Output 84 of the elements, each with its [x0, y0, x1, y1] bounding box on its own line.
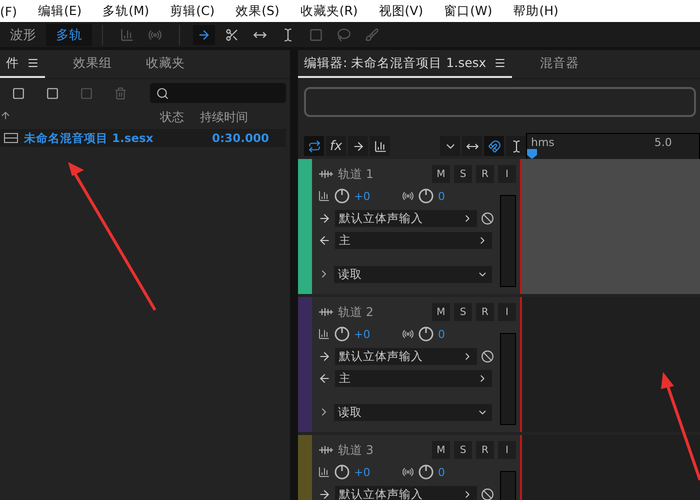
track-toggle-button[interactable]: M [432, 303, 450, 321]
track-name[interactable]: 轨道 3 [338, 442, 428, 458]
file-row[interactable]: 未命名混音项目 1.sesx 0:30.000 [0, 129, 286, 147]
view-tab[interactable]: 多轨 [46, 24, 92, 46]
send-icon[interactable] [348, 136, 368, 156]
volume-icon [318, 466, 330, 478]
input-dropdown[interactable]: 默认立体声输入 [335, 486, 477, 500]
view-tab[interactable]: 波形 [0, 24, 46, 46]
menu-item[interactable]: 剪辑(C) [170, 2, 226, 20]
knob-icon[interactable] [334, 464, 350, 480]
menu-item[interactable]: (F) [0, 4, 28, 18]
polarity-icon[interactable] [481, 350, 494, 362]
track-toggle-button[interactable]: R [476, 165, 494, 183]
menu-item[interactable]: 效果(S) [236, 2, 290, 20]
sort-icon[interactable] [0, 110, 11, 121]
menu-item[interactable]: 多轨(M) [102, 2, 160, 20]
volume-value[interactable]: +0 [354, 190, 382, 202]
column-header[interactable]: 持续时间 [200, 108, 280, 126]
track-toggle-button[interactable]: I [498, 303, 516, 321]
menu-icon[interactable] [27, 57, 39, 69]
input-dropdown[interactable]: 默认立体声输入 [335, 348, 477, 364]
menu-item[interactable]: 视图(V) [378, 2, 434, 20]
menu-item[interactable]: 窗口(W) [444, 2, 504, 20]
menu-icon[interactable] [494, 57, 506, 69]
track-name[interactable]: 轨道 2 [338, 304, 428, 320]
move-tool-icon[interactable] [193, 24, 215, 44]
pan-icon [402, 328, 414, 340]
track-toggle-button[interactable]: R [476, 441, 494, 459]
track-toggle-button[interactable]: S [454, 303, 472, 321]
pan-value[interactable]: 0 [438, 190, 466, 202]
eq-icon[interactable] [370, 136, 390, 156]
time-ruler[interactable]: hms 5.0 [526, 133, 700, 159]
panel-tab[interactable]: 效果组 [67, 50, 118, 78]
input-dropdown[interactable]: 默认立体声输入 [335, 210, 477, 226]
pan-icon [402, 466, 414, 478]
panel-tab[interactable]: 件 [0, 50, 45, 78]
output-dropdown[interactable]: 主 [335, 232, 492, 248]
pan-value[interactable]: 0 [438, 328, 466, 340]
volume-icon [318, 190, 330, 202]
track-toggle-button[interactable]: M [432, 165, 450, 183]
menu-item[interactable]: 帮助(H) [513, 2, 570, 20]
automation-dropdown[interactable]: 读取 [334, 404, 492, 420]
knob-icon[interactable] [334, 188, 350, 204]
multitrack-icon [4, 133, 18, 143]
pan-icon [402, 190, 414, 202]
loop-icon[interactable] [304, 136, 324, 156]
track-toggle-button[interactable]: I [498, 441, 516, 459]
panel-tab[interactable]: 收藏夹 [140, 50, 191, 78]
track-toggle-button[interactable]: S [454, 441, 472, 459]
input-arrow-icon [318, 350, 331, 362]
input-arrow-icon [318, 212, 331, 224]
knob-icon[interactable] [418, 326, 434, 342]
snap-magnet-icon[interactable] [484, 136, 504, 156]
pan-value[interactable]: 0 [438, 466, 466, 478]
volume-icon [318, 328, 330, 340]
ruler-label: 5.0 [654, 136, 672, 149]
track-toggle-button[interactable]: R [476, 303, 494, 321]
menu-item[interactable]: 编辑(E) [38, 2, 93, 20]
track-toggle-button[interactable]: S [454, 165, 472, 183]
knob-icon[interactable] [334, 326, 350, 342]
panel-tab[interactable]: 编辑器: 未命名混音项目 1.sesx [298, 50, 512, 78]
fx-button[interactable]: fx [326, 136, 346, 156]
ruler-unit: hms [531, 136, 554, 149]
search-icon [156, 86, 169, 100]
search-field[interactable] [150, 83, 286, 103]
column-header[interactable]: 状态 [160, 108, 200, 126]
volume-value[interactable]: +0 [354, 466, 382, 478]
input-arrow-icon [318, 488, 331, 500]
file-duration: 0:30.000 [212, 131, 270, 145]
polarity-icon[interactable] [481, 212, 494, 224]
output-dropdown[interactable]: 主 [335, 370, 492, 386]
track-toggle-button[interactable]: M [432, 441, 450, 459]
knob-icon[interactable] [418, 464, 434, 480]
automation-dropdown[interactable]: 读取 [334, 266, 492, 282]
menu-item[interactable]: 收藏夹(R) [300, 2, 369, 20]
track-name[interactable]: 轨道 1 [338, 166, 428, 182]
output-arrow-icon [318, 372, 331, 384]
volume-value[interactable]: +0 [354, 328, 382, 340]
knob-icon[interactable] [418, 188, 434, 204]
file-name: 未命名混音项目 1.sesx [24, 130, 154, 146]
polarity-icon[interactable] [481, 488, 494, 500]
track-toggle-button[interactable]: I [498, 165, 516, 183]
panel-tab[interactable]: 混音器 [534, 50, 586, 78]
output-arrow-icon [318, 234, 331, 246]
